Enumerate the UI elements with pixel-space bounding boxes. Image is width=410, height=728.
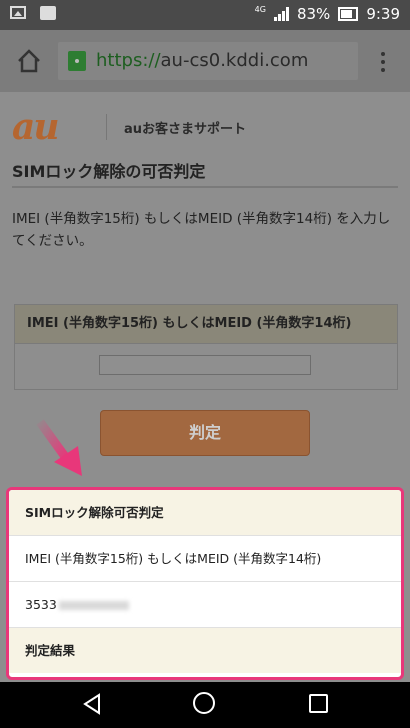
battery-percent: 83% — [296, 5, 331, 23]
result-field-label: IMEI (半角数字15桁) もしくはMEID (半角数字14桁) — [9, 536, 401, 582]
browser-toolbar: https://au-cs0.kddi.com — [0, 30, 410, 92]
home-nav-icon[interactable] — [193, 692, 215, 714]
title-divider — [12, 186, 398, 188]
store-notification-icon — [40, 6, 56, 20]
battery-icon — [338, 7, 359, 21]
status-bar: 4G 83% 9:39 — [0, 0, 410, 30]
pointer-arrow-icon — [36, 419, 82, 476]
network-type: 4G — [254, 4, 266, 14]
form-header: IMEI (半角数字15桁) もしくはMEID (半角数字14桁) — [15, 305, 397, 344]
imei-prefix: 3533 — [25, 597, 57, 612]
imei-form: IMEI (半角数字15桁) もしくはMEID (半角数字14桁) — [14, 304, 398, 390]
imei-value-row: 3533 — [9, 582, 401, 628]
signal-icon — [273, 7, 289, 21]
url-text: https://au-cs0.kddi.com — [96, 50, 309, 71]
back-icon[interactable] — [80, 692, 104, 716]
recents-icon[interactable] — [309, 694, 328, 713]
site-name[interactable]: auお客さまサポート — [124, 118, 246, 137]
instruction-text: IMEI (半角数字15桁) もしくはMEID (半角数字14桁) を入力してく… — [12, 211, 391, 249]
home-icon[interactable] — [16, 48, 42, 74]
au-logo[interactable]: au — [12, 106, 59, 148]
address-bar[interactable]: https://au-cs0.kddi.com — [58, 42, 358, 80]
clock: 9:39 — [366, 5, 400, 23]
logo-divider — [106, 114, 107, 140]
overflow-menu-icon[interactable] — [381, 52, 386, 72]
imei-input[interactable] — [99, 355, 311, 375]
result-panel: SIMロック解除可否判定 IMEI (半角数字15桁) もしくはMEID (半角… — [6, 487, 404, 680]
image-notification-icon — [10, 6, 26, 19]
judge-button[interactable]: 判定 — [100, 410, 310, 456]
result-title: SIMロック解除可否判定 — [9, 490, 401, 536]
navigation-bar — [0, 682, 410, 728]
imei-redacted — [58, 601, 129, 610]
page-title: SIMロック解除の可否判定 — [12, 162, 206, 181]
lock-icon — [68, 51, 86, 71]
result-label: 判定結果 — [9, 628, 401, 673]
